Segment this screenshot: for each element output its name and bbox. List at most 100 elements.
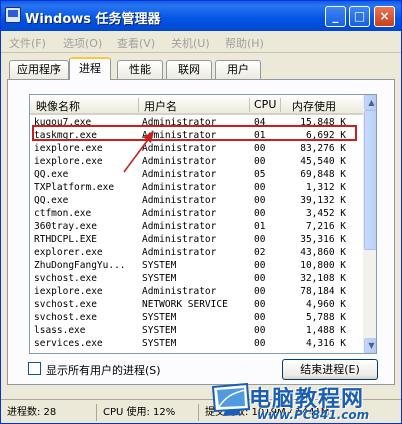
table-row[interactable]: 360tray.exe Administrator 01 7,216 K [30, 220, 363, 233]
process-cpu: 00 [254, 325, 266, 336]
process-name: TXPlatform.exe [34, 182, 115, 193]
close-button[interactable]: × [374, 6, 395, 27]
table-row[interactable]: svchost.exe SYSTEM 00 32,108 K [30, 272, 363, 285]
process-cpu: 00 [254, 234, 266, 245]
column-memory[interactable]: 内存使用 [292, 98, 336, 114]
process-memory: 83,276 K [300, 143, 346, 154]
tab-networking[interactable]: 联网 [166, 60, 212, 79]
menu-options[interactable]: 选项(O) [63, 35, 102, 51]
menu-file[interactable]: 文件(F) [9, 35, 46, 51]
table-row[interactable]: iexplore.exe Administrator 00 45,540 K [30, 155, 363, 168]
process-user: SYSTEM [142, 338, 177, 349]
process-name: iexplore.exe [34, 286, 103, 297]
process-name: svchost.exe [34, 312, 97, 323]
process-user: SYSTEM [142, 312, 177, 323]
process-user: Administrator [142, 117, 217, 128]
end-process-button[interactable]: 结束进程(E) [282, 359, 378, 380]
process-memory: 7,216 K [305, 221, 346, 232]
column-divider[interactable] [249, 98, 250, 112]
scroll-up-icon[interactable]: ▲ [364, 95, 376, 110]
process-name: svchost.exe [34, 273, 97, 284]
process-name: 360tray.exe [34, 221, 97, 232]
title-bar[interactable]: Windows 任务管理器 _ □ × [1, 1, 401, 31]
process-cpu: 00 [254, 182, 266, 193]
table-row[interactable]: iexplore.exe Administrator 00 83,276 K [30, 142, 363, 155]
table-row[interactable]: iexplore.exe Administrator 00 78,184 K [30, 285, 363, 298]
table-row[interactable]: services.exe SYSTEM 00 4,316 K [30, 337, 363, 350]
process-user: SYSTEM [142, 273, 177, 284]
process-cpu: 00 [254, 143, 266, 154]
tab-users[interactable]: 用户 [215, 60, 261, 79]
process-memory: 43,860 K [300, 247, 346, 258]
process-cpu: 00 [254, 156, 266, 167]
table-row[interactable]: lsass.exe SYSTEM 00 1,488 K [30, 324, 363, 337]
process-memory: 45,540 K [300, 156, 346, 167]
process-memory: 78,184 K [300, 286, 346, 297]
process-memory: 3,452 K [305, 208, 346, 219]
process-user: NETWORK SERVICE [142, 299, 228, 310]
column-divider[interactable] [280, 98, 281, 112]
process-memory: 39,132 K [300, 195, 346, 206]
show-all-users-checkbox[interactable] [28, 362, 41, 375]
tab-performance[interactable]: 性能 [117, 60, 163, 79]
scroll-down-icon[interactable]: ▼ [364, 338, 376, 353]
tab-applications[interactable]: 应用程序 [9, 60, 69, 79]
process-cpu: 00 [254, 195, 266, 206]
process-cpu: 00 [254, 208, 266, 219]
process-memory: 1,488 K [305, 325, 346, 336]
process-memory: 4,960 K [305, 299, 346, 310]
process-cpu: 01 [254, 130, 266, 141]
task-manager-window: Windows 任务管理器 _ □ × 文件(F) 选项(O) 查看(V) 关机… [0, 0, 402, 424]
process-memory: 1,312 K [305, 182, 346, 193]
task-manager-icon [5, 7, 21, 23]
vertical-scrollbar[interactable]: ▲ ▼ [363, 95, 376, 353]
table-row[interactable]: svchost.exe NETWORK SERVICE 00 4,960 K [30, 298, 363, 311]
tab-processes[interactable]: 进程 [69, 57, 111, 80]
menu-help[interactable]: 帮助(H) [225, 35, 264, 51]
process-user: Administrator [142, 208, 217, 219]
process-memory: 69,848 K [300, 169, 346, 180]
process-name: kugou7.exe [34, 117, 92, 128]
column-header-row: 映像名称 用户名 CPU 内存使用 [30, 95, 363, 115]
table-row[interactable]: taskmgr.exe Administrator 01 6,692 K [30, 129, 363, 142]
process-user: SYSTEM [142, 260, 177, 271]
column-user-name[interactable]: 用户名 [144, 98, 177, 114]
table-row[interactable]: svchost.exe SYSTEM 00 5,788 K [30, 311, 363, 324]
process-cpu: 00 [254, 286, 266, 297]
table-row[interactable]: explorer.exe Administrator 02 43,860 K [30, 246, 363, 259]
process-name: ZhuDongFangYu... [34, 260, 126, 271]
table-row[interactable]: kugou7.exe Administrator 04 15,848 K [30, 116, 363, 129]
table-row[interactable]: QQ.exe Administrator 05 69,848 K [30, 168, 363, 181]
table-row[interactable]: ctfmon.exe Administrator 00 3,452 K [30, 207, 363, 220]
status-cpu-usage: CPU 使用: 12% [99, 404, 199, 421]
minimize-button[interactable]: _ [325, 6, 346, 27]
process-user: Administrator [142, 195, 217, 206]
process-user: SYSTEM [142, 325, 177, 336]
table-row[interactable]: TXPlatform.exe Administrator 00 1,312 K [30, 181, 363, 194]
maximize-button[interactable]: □ [349, 6, 370, 27]
scroll-thumb[interactable] [364, 110, 376, 250]
process-user: Administrator [142, 286, 217, 297]
column-cpu[interactable]: CPU [254, 98, 276, 111]
menu-shutdown[interactable]: 关机(U) [171, 35, 210, 51]
process-name: explorer.exe [34, 247, 103, 258]
process-name: svchost.exe [34, 299, 97, 310]
column-image-name[interactable]: 映像名称 [36, 98, 80, 114]
table-row[interactable]: QQ.exe Administrator 00 39,132 K [30, 194, 363, 207]
process-name: QQ.exe [34, 195, 69, 206]
process-cpu: 02 [254, 247, 266, 258]
process-memory: 32,108 K [300, 273, 346, 284]
process-memory: 5,788 K [305, 312, 346, 323]
process-user: Administrator [142, 221, 217, 232]
process-list[interactable]: 映像名称 用户名 CPU 内存使用 kugou7.exe Administrato… [29, 94, 377, 354]
column-divider[interactable] [138, 98, 139, 112]
process-cpu: 04 [254, 117, 266, 128]
process-cpu: 00 [254, 312, 266, 323]
table-row[interactable]: ZhuDongFangYu... SYSTEM 00 10,800 K [30, 259, 363, 272]
process-user: Administrator [142, 247, 217, 258]
table-row[interactable]: RTHDCPL.EXE Administrator 00 35,316 K [30, 233, 363, 246]
menu-view[interactable]: 查看(V) [117, 35, 155, 51]
process-memory: 6,692 K [305, 130, 346, 141]
process-memory: 4,316 K [305, 338, 346, 349]
process-user: Administrator [142, 182, 217, 193]
